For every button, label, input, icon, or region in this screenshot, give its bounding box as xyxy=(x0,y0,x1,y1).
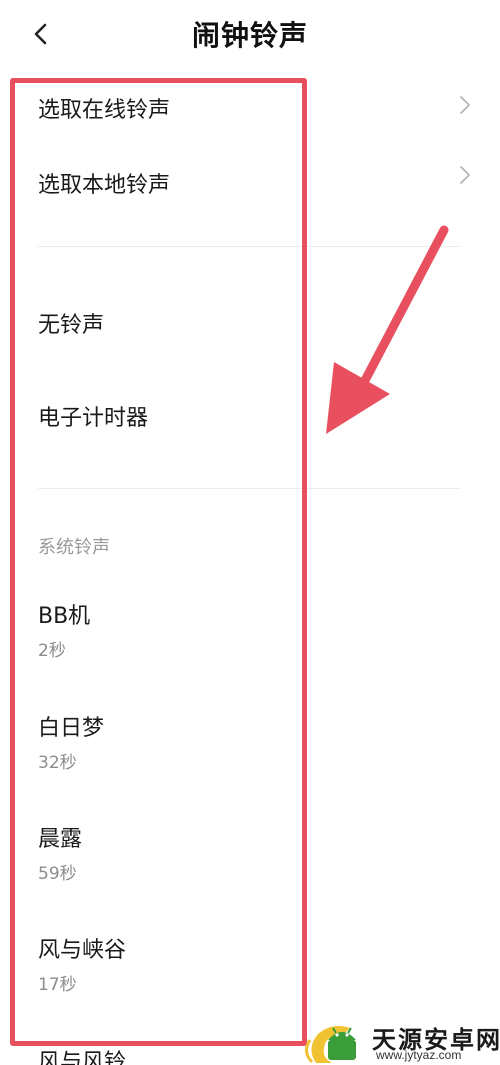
highlight-box xyxy=(10,78,307,1046)
ringtone-name: BB机 xyxy=(38,604,91,629)
android-logo-icon xyxy=(305,1026,356,1064)
ringtone-duration: 59秒 xyxy=(38,864,77,884)
select-online-ringtone-label: 选取在线铃声 xyxy=(38,98,171,123)
electronic-timer-label: 电子计时器 xyxy=(38,406,149,431)
ringtone-name: 白日梦 xyxy=(38,716,105,741)
ringtone-name: 晨露 xyxy=(38,827,83,852)
chevron-right-icon xyxy=(460,96,470,114)
ringtone-duration: 32秒 xyxy=(38,753,77,773)
ringtone-item[interactable]: BB机 2秒 xyxy=(38,594,470,664)
page-title: 闹钟铃声 xyxy=(191,19,308,52)
electronic-timer-row[interactable]: 电子计时器 xyxy=(38,396,470,440)
select-local-ringtone-label: 选取本地铃声 xyxy=(38,173,171,198)
ringtone-item[interactable]: 晨露 59秒 xyxy=(38,817,470,887)
ringtone-item[interactable]: 风与峡谷 17秒 xyxy=(38,928,470,998)
ringtone-name: 风与峡谷 xyxy=(38,938,127,963)
watermark-url: www.jytyaz.com xyxy=(376,1048,462,1062)
no-ringtone-row[interactable]: 无铃声 xyxy=(38,303,470,347)
select-local-ringtone-row[interactable]: 选取本地铃声 xyxy=(38,163,470,207)
ringtone-name: 风与风铃 xyxy=(38,1050,127,1065)
ringtone-duration: 2秒 xyxy=(38,641,66,661)
ringtone-item[interactable]: 白日梦 32秒 xyxy=(38,706,470,776)
ringtone-duration: 17秒 xyxy=(38,975,77,995)
site-watermark: 天源安卓网 www.jytyaz.com xyxy=(302,1018,500,1065)
divider xyxy=(38,488,460,489)
select-online-ringtone-row[interactable]: 选取在线铃声 xyxy=(38,88,470,132)
chevron-right-icon xyxy=(460,166,470,184)
system-ringtones-section-header: 系统铃声 xyxy=(38,537,110,558)
title-bar: 闹钟铃声 xyxy=(0,0,500,70)
no-ringtone-label: 无铃声 xyxy=(38,313,105,338)
divider xyxy=(38,246,460,247)
